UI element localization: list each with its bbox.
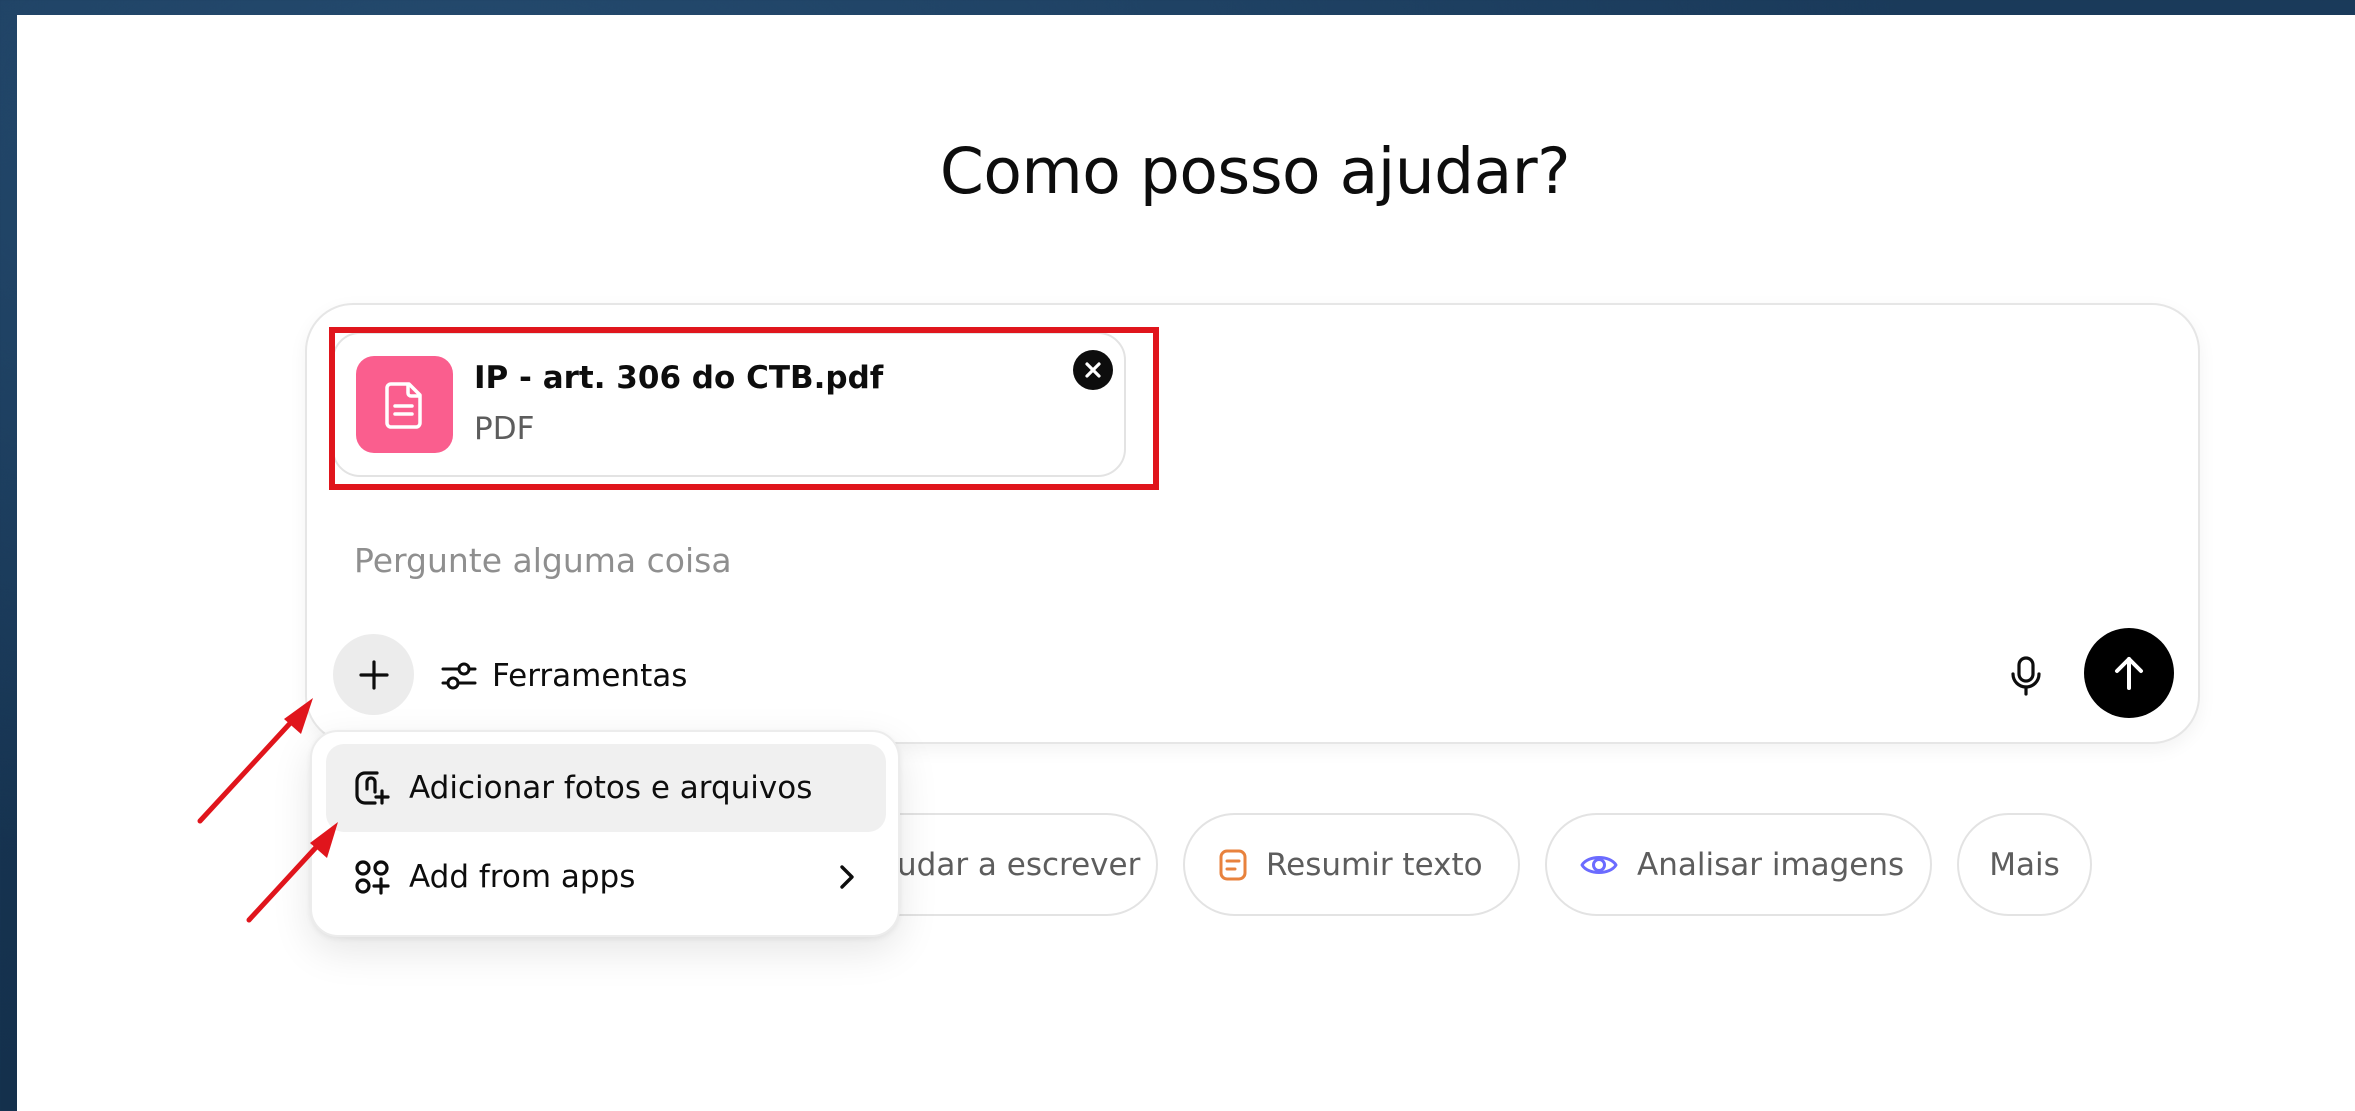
tools-button[interactable]: Ferramentas	[440, 646, 687, 706]
apps-add-icon	[353, 858, 391, 896]
document-icon	[356, 356, 453, 453]
suggestion-label: Mais	[1989, 846, 2060, 883]
suggestion-label: udar a escrever	[897, 846, 1141, 883]
suggestion-chip-analyze[interactable]: Analisar imagens	[1545, 813, 1932, 916]
attach-menu: Adicionar fotos e arquivos Add from apps	[310, 730, 900, 937]
eye-icon	[1579, 851, 1619, 879]
send-button[interactable]	[2084, 628, 2174, 718]
add-attachment-button[interactable]	[333, 634, 414, 715]
tools-label: Ferramentas	[492, 658, 688, 694]
suggestion-chip-more[interactable]: Mais	[1957, 813, 2092, 916]
prompt-input[interactable]	[354, 535, 2054, 585]
suggestion-label: Resumir texto	[1266, 846, 1483, 883]
close-icon	[1085, 362, 1101, 378]
attachment-file-type: PDF	[474, 411, 535, 447]
chevron-right-icon	[838, 863, 856, 899]
microphone-icon	[2011, 656, 2041, 696]
document-icon	[1218, 848, 1248, 882]
paperclip-add-icon	[353, 769, 391, 807]
sliders-icon	[441, 662, 477, 690]
arrow-up-icon	[2115, 657, 2143, 690]
menu-item-label: Adicionar fotos e arquivos	[409, 770, 813, 806]
suggestion-chip-summarize[interactable]: Resumir texto	[1183, 813, 1520, 916]
remove-attachment-button[interactable]	[1073, 350, 1113, 390]
page-title: Como posso ajudar?	[939, 135, 1571, 208]
menu-item-add-photos-files[interactable]: Adicionar fotos e arquivos	[326, 744, 886, 832]
menu-item-label: Add from apps	[409, 859, 636, 895]
suggestion-label: Analisar imagens	[1637, 846, 1905, 883]
attachment-file-name: IP - art. 306 do CTB.pdf	[474, 360, 884, 396]
plus-icon	[358, 659, 389, 690]
voice-input-button[interactable]	[1996, 646, 2056, 706]
menu-item-add-from-apps[interactable]: Add from apps	[326, 833, 886, 921]
